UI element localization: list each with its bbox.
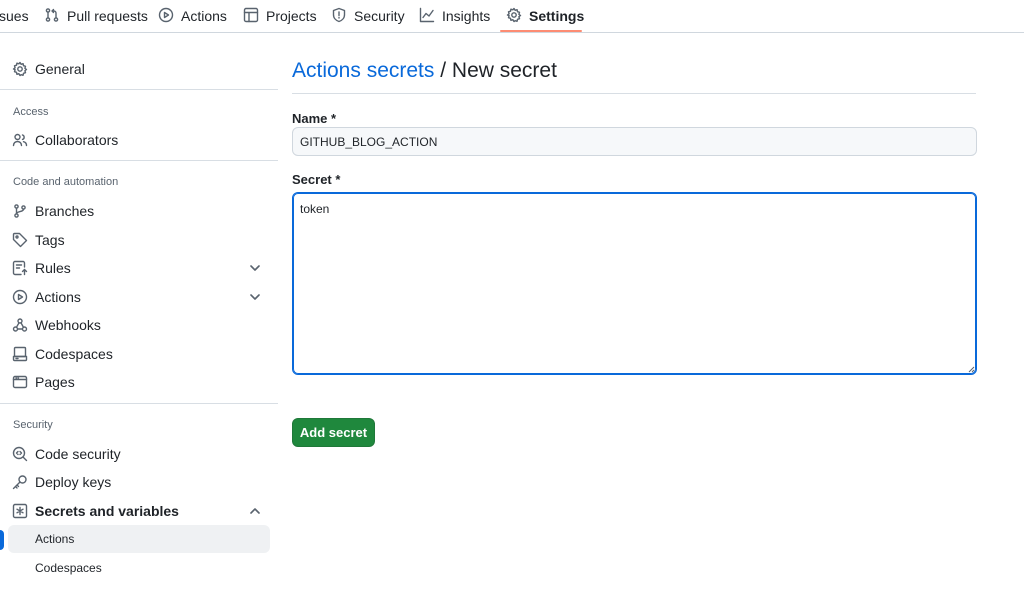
- codescan-icon: [12, 446, 28, 462]
- tab-security[interactable]: Security: [331, 0, 405, 32]
- page-title: Actions secrets / New secret: [292, 59, 557, 83]
- sidebar-item-label: Pages: [35, 374, 75, 390]
- tab-pull-requests[interactable]: Pull requests: [44, 0, 148, 32]
- asterisk-icon: [12, 503, 28, 519]
- play-icon: [12, 289, 28, 305]
- secret-textarea[interactable]: token: [292, 192, 977, 375]
- gear-icon: [506, 7, 522, 26]
- sidebar-item-rules[interactable]: Rules: [8, 254, 270, 282]
- sidebar-item-general[interactable]: General: [8, 55, 270, 83]
- sidebar-item-pages[interactable]: Pages: [8, 368, 270, 396]
- active-indicator: [0, 530, 4, 550]
- name-label: Name *: [292, 111, 337, 126]
- sidebar-item-secrets-and-variables[interactable]: Secrets and variables: [8, 497, 270, 525]
- sidebar-item-branches[interactable]: Branches: [8, 197, 270, 225]
- sidebar-item-actions[interactable]: Actions: [8, 283, 270, 311]
- tag-icon: [12, 232, 28, 248]
- sidebar-item-code-security[interactable]: Code security: [8, 440, 270, 468]
- sidebar-divider: [0, 403, 278, 404]
- people-icon: [12, 132, 28, 148]
- sidebar-subitem-label: Codespaces: [35, 561, 102, 575]
- chevron-down-icon[interactable]: [248, 290, 262, 304]
- resize-handle-icon[interactable]: [967, 365, 975, 373]
- sidebar-subitem-actions[interactable]: Actions: [8, 525, 270, 553]
- tab-settings[interactable]: Settings: [506, 0, 584, 32]
- selected-tab-underline: [500, 30, 582, 32]
- codespaces-icon: [12, 346, 28, 362]
- pull-request-icon: [44, 7, 60, 26]
- sidebar-item-label: Branches: [35, 203, 95, 219]
- sidebar-item-label: Deploy keys: [35, 474, 112, 490]
- key-icon: [12, 474, 28, 490]
- tab-pull-requests-label: Pull requests: [67, 8, 148, 24]
- browser-icon: [12, 374, 28, 390]
- tab-issues[interactable]: sues: [0, 0, 29, 32]
- breadcrumb-separator: /: [434, 59, 452, 82]
- sidebar-item-label: Webhooks: [35, 317, 101, 333]
- tab-issues-label: sues: [0, 8, 29, 24]
- sidebar-item-label: Secrets and variables: [35, 503, 179, 519]
- gear-icon: [12, 61, 28, 77]
- tab-insights-label: Insights: [442, 8, 491, 24]
- sidebar-item-label: Codespaces: [35, 346, 113, 362]
- branch-icon: [12, 203, 28, 219]
- section-heading-access: Access: [13, 106, 49, 118]
- settings-sidebar: General Access Collaborators Code and au…: [0, 33, 278, 593]
- sidebar-item-tags[interactable]: Tags: [8, 226, 270, 254]
- repo-nav: sues Pull requests Actions Projects Secu…: [0, 0, 1024, 33]
- chevron-down-icon[interactable]: [248, 261, 262, 275]
- sidebar-item-label: General: [35, 61, 85, 77]
- tab-settings-label: Settings: [529, 8, 585, 24]
- tab-projects-label: Projects: [266, 8, 317, 24]
- secret-label: Secret *: [292, 172, 341, 187]
- tab-actions-label: Actions: [181, 8, 227, 24]
- play-icon: [158, 7, 174, 26]
- sidebar-divider: [0, 89, 278, 90]
- breadcrumb-link-actions-secrets[interactable]: Actions secrets: [292, 59, 434, 82]
- sidebar-subitem-label: Actions: [35, 532, 75, 546]
- section-heading-security: Security: [13, 419, 53, 431]
- chevron-up-icon[interactable]: [248, 504, 262, 518]
- sidebar-item-label: Rules: [35, 260, 71, 276]
- table-icon: [243, 7, 259, 26]
- sidebar-item-label: Actions: [35, 289, 81, 305]
- tab-insights[interactable]: Insights: [419, 0, 490, 32]
- name-input[interactable]: [292, 127, 977, 156]
- sidebar-divider: [0, 160, 278, 161]
- sidebar-item-label: Tags: [35, 232, 65, 248]
- sidebar-item-webhooks[interactable]: Webhooks: [8, 311, 270, 339]
- sidebar-subitem-codespaces[interactable]: Codespaces: [8, 554, 270, 582]
- title-divider: [292, 93, 976, 94]
- sidebar-item-label: Code security: [35, 446, 121, 462]
- add-secret-button[interactable]: Add secret: [292, 418, 375, 447]
- webhook-icon: [12, 317, 28, 333]
- rules-icon: [12, 260, 28, 276]
- breadcrumb-current: New secret: [451, 59, 557, 82]
- section-heading-code-and-automation: Code and automation: [13, 176, 119, 188]
- sidebar-item-deploy-keys[interactable]: Deploy keys: [8, 468, 270, 496]
- sidebar-item-codespaces[interactable]: Codespaces: [8, 340, 270, 368]
- tab-security-label: Security: [354, 8, 405, 24]
- graph-icon: [419, 7, 435, 26]
- tab-projects[interactable]: Projects: [243, 0, 317, 32]
- sidebar-item-collaborators[interactable]: Collaborators: [8, 126, 270, 154]
- sidebar-item-label: Collaborators: [35, 132, 119, 148]
- tab-actions[interactable]: Actions: [158, 0, 227, 32]
- shield-icon: [331, 7, 347, 26]
